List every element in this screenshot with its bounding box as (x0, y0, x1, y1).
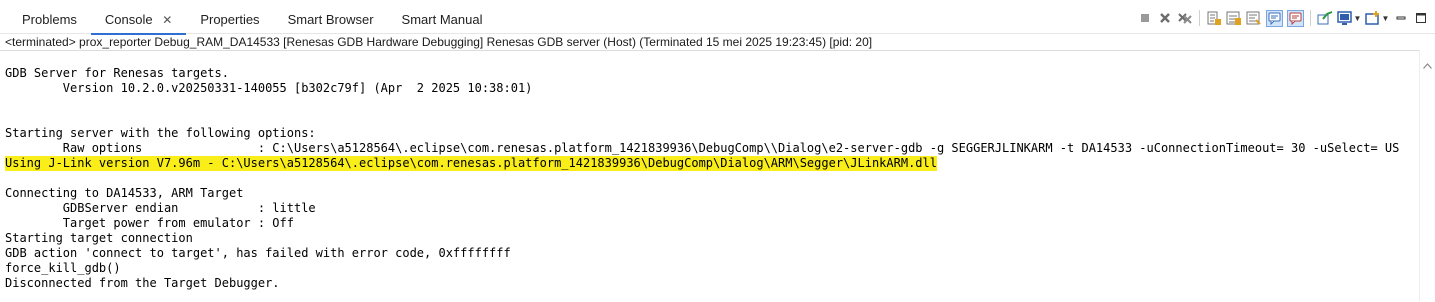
console-toolbar: ▼ ▼ (1137, 9, 1429, 27)
console-line: Raw options : C:\Users\a5128564\.eclipse… (5, 141, 1400, 155)
console-line: Starting target connection (5, 231, 193, 245)
pin-console-icon[interactable] (1317, 10, 1333, 26)
show-console-stdout-icon[interactable] (1206, 10, 1222, 26)
chevron-down-icon[interactable]: ▼ (1354, 14, 1362, 23)
console-line: GDB Server for Renesas targets. (5, 66, 229, 80)
console-line-highlighted: Using J-Link version V7.96m - C:\Users\a… (5, 156, 937, 171)
console-line: force_kill_gdb() (5, 261, 121, 275)
toolbar-separator (1310, 10, 1311, 26)
console-line: Target power from emulator : Off (5, 216, 294, 230)
open-console-icon[interactable] (1365, 10, 1381, 26)
view-tab-bar: Problems Console ✕ Properties Smart Brow… (0, 0, 1435, 35)
tab-console[interactable]: Console ✕ (90, 6, 187, 35)
scroll-lock-icon[interactable] (1226, 10, 1242, 26)
word-wrap-icon[interactable] (1246, 10, 1262, 26)
show-on-stderr-change-icon[interactable] (1287, 9, 1304, 27)
console-status-line: <terminated> prox_reporter Debug_RAM_DA1… (5, 35, 873, 49)
remove-all-terminated-icon[interactable] (1177, 10, 1193, 26)
console-output[interactable]: GDB Server for Renesas targets. Version … (0, 50, 1420, 302)
tab-console-label: Console (104, 12, 153, 27)
tab-problems-label: Problems (22, 12, 77, 27)
tab-list: Problems Console ✕ Properties Smart Brow… (8, 6, 497, 35)
console-line: Connecting to DA14533, ARM Target (5, 186, 244, 200)
console-line: GDBServer endian : little (5, 201, 316, 215)
terminate-icon[interactable] (1137, 10, 1153, 26)
close-icon[interactable]: ✕ (162, 13, 172, 27)
console-line: GDB action 'connect to target', has fail… (5, 246, 511, 260)
chevron-down-icon[interactable]: ▼ (1382, 14, 1390, 23)
console-line: Version 10.2.0.v20250331-140055 [b302c79… (5, 81, 533, 95)
tab-smart-manual-label: Smart Manual (401, 12, 483, 27)
tab-properties-label: Properties (200, 12, 260, 27)
chevron-up-icon[interactable] (1423, 56, 1432, 74)
tab-smart-browser-label: Smart Browser (287, 12, 374, 27)
vertical-scrollbar[interactable] (1419, 50, 1435, 301)
remove-launch-icon[interactable] (1157, 10, 1173, 26)
maximize-icon[interactable] (1413, 10, 1429, 26)
tab-smart-browser[interactable]: Smart Browser (274, 6, 388, 33)
minimize-icon[interactable] (1393, 10, 1409, 26)
toolbar-separator (1199, 10, 1200, 26)
console-line: Starting server with the following optio… (5, 126, 316, 140)
tab-properties[interactable]: Properties (186, 6, 273, 33)
console-line: Disconnected from the Target Debugger. (5, 276, 280, 290)
display-selected-console-icon[interactable] (1337, 10, 1353, 26)
tab-problems[interactable]: Problems (8, 6, 91, 33)
show-on-stdout-change-icon[interactable] (1266, 9, 1283, 27)
tab-smart-manual[interactable]: Smart Manual (388, 6, 497, 33)
